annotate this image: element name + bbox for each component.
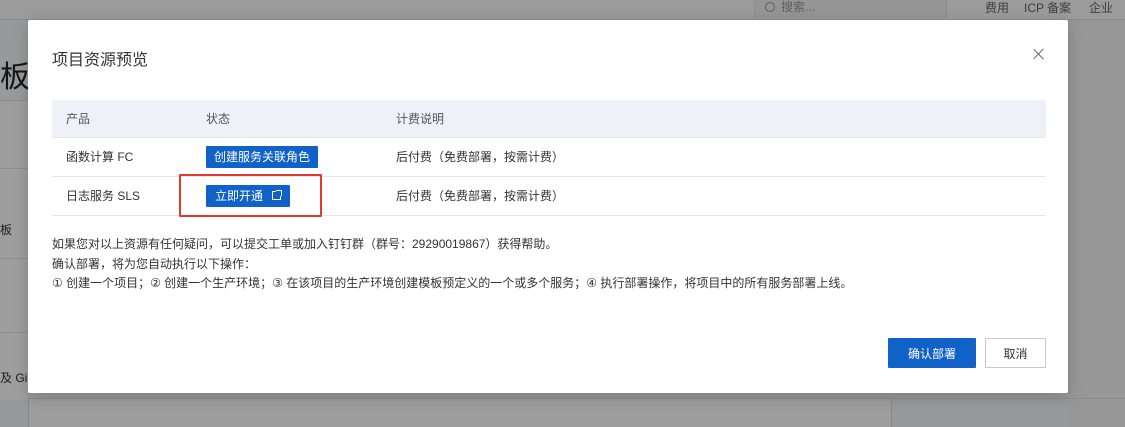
column-header-status: 状态 <box>192 100 382 138</box>
resource-table: 产品 状态 计费说明 函数计算 FC 创建服务关联角色 后付费（免费部署，按需计… <box>52 100 1046 216</box>
column-header-billing: 计费说明 <box>382 100 1046 138</box>
billing-cell: 后付费（免费部署，按需计费） <box>382 137 1046 177</box>
help-notes: 如果您对以上资源有任何疑问，可以提交工单或加入钉钉群（群号：2929001986… <box>52 235 852 294</box>
column-header-product: 产品 <box>52 100 192 138</box>
close-icon[interactable] <box>1032 47 1046 61</box>
product-cell: 日志服务 SLS <box>52 176 192 216</box>
external-link-icon <box>272 189 283 200</box>
button-label: 立即开通 <box>215 188 264 203</box>
cancel-button[interactable]: 取消 <box>985 338 1046 368</box>
activate-now-button[interactable]: 立即开通 <box>206 184 291 207</box>
table-header-row: 产品 状态 计费说明 <box>52 100 1046 138</box>
button-label: 创建服务关联角色 <box>214 149 311 164</box>
table-row: 日志服务 SLS 立即开通 后付费（免费部署，按需计费） <box>52 176 1046 216</box>
create-service-role-button[interactable]: 创建服务关联角色 <box>206 145 319 168</box>
help-note: 如果您对以上资源有任何疑问，可以提交工单或加入钉钉群（群号：2929001986… <box>52 237 558 251</box>
project-resource-preview-dialog: 项目资源预览 产品 状态 计费说明 函数计算 FC 创建服务关联角色 后付费（免… <box>28 20 1068 393</box>
dialog-title: 项目资源预览 <box>52 52 149 69</box>
status-cell: 创建服务关联角色 <box>192 137 382 177</box>
table-row: 函数计算 FC 创建服务关联角色 后付费（免费部署，按需计费） <box>52 137 1046 177</box>
billing-cell: 后付费（免费部署，按需计费） <box>382 176 1046 216</box>
help-note: ① 创建一个项目；② 创建一个生产环境；③ 在该项目的生产环境创建模板预定义的一… <box>52 276 853 290</box>
confirm-deploy-button[interactable]: 确认部署 <box>888 338 976 368</box>
help-note: 确认部署，将为您自动执行以下操作： <box>52 256 257 271</box>
product-cell: 函数计算 FC <box>52 137 192 177</box>
status-cell: 立即开通 <box>192 176 382 216</box>
